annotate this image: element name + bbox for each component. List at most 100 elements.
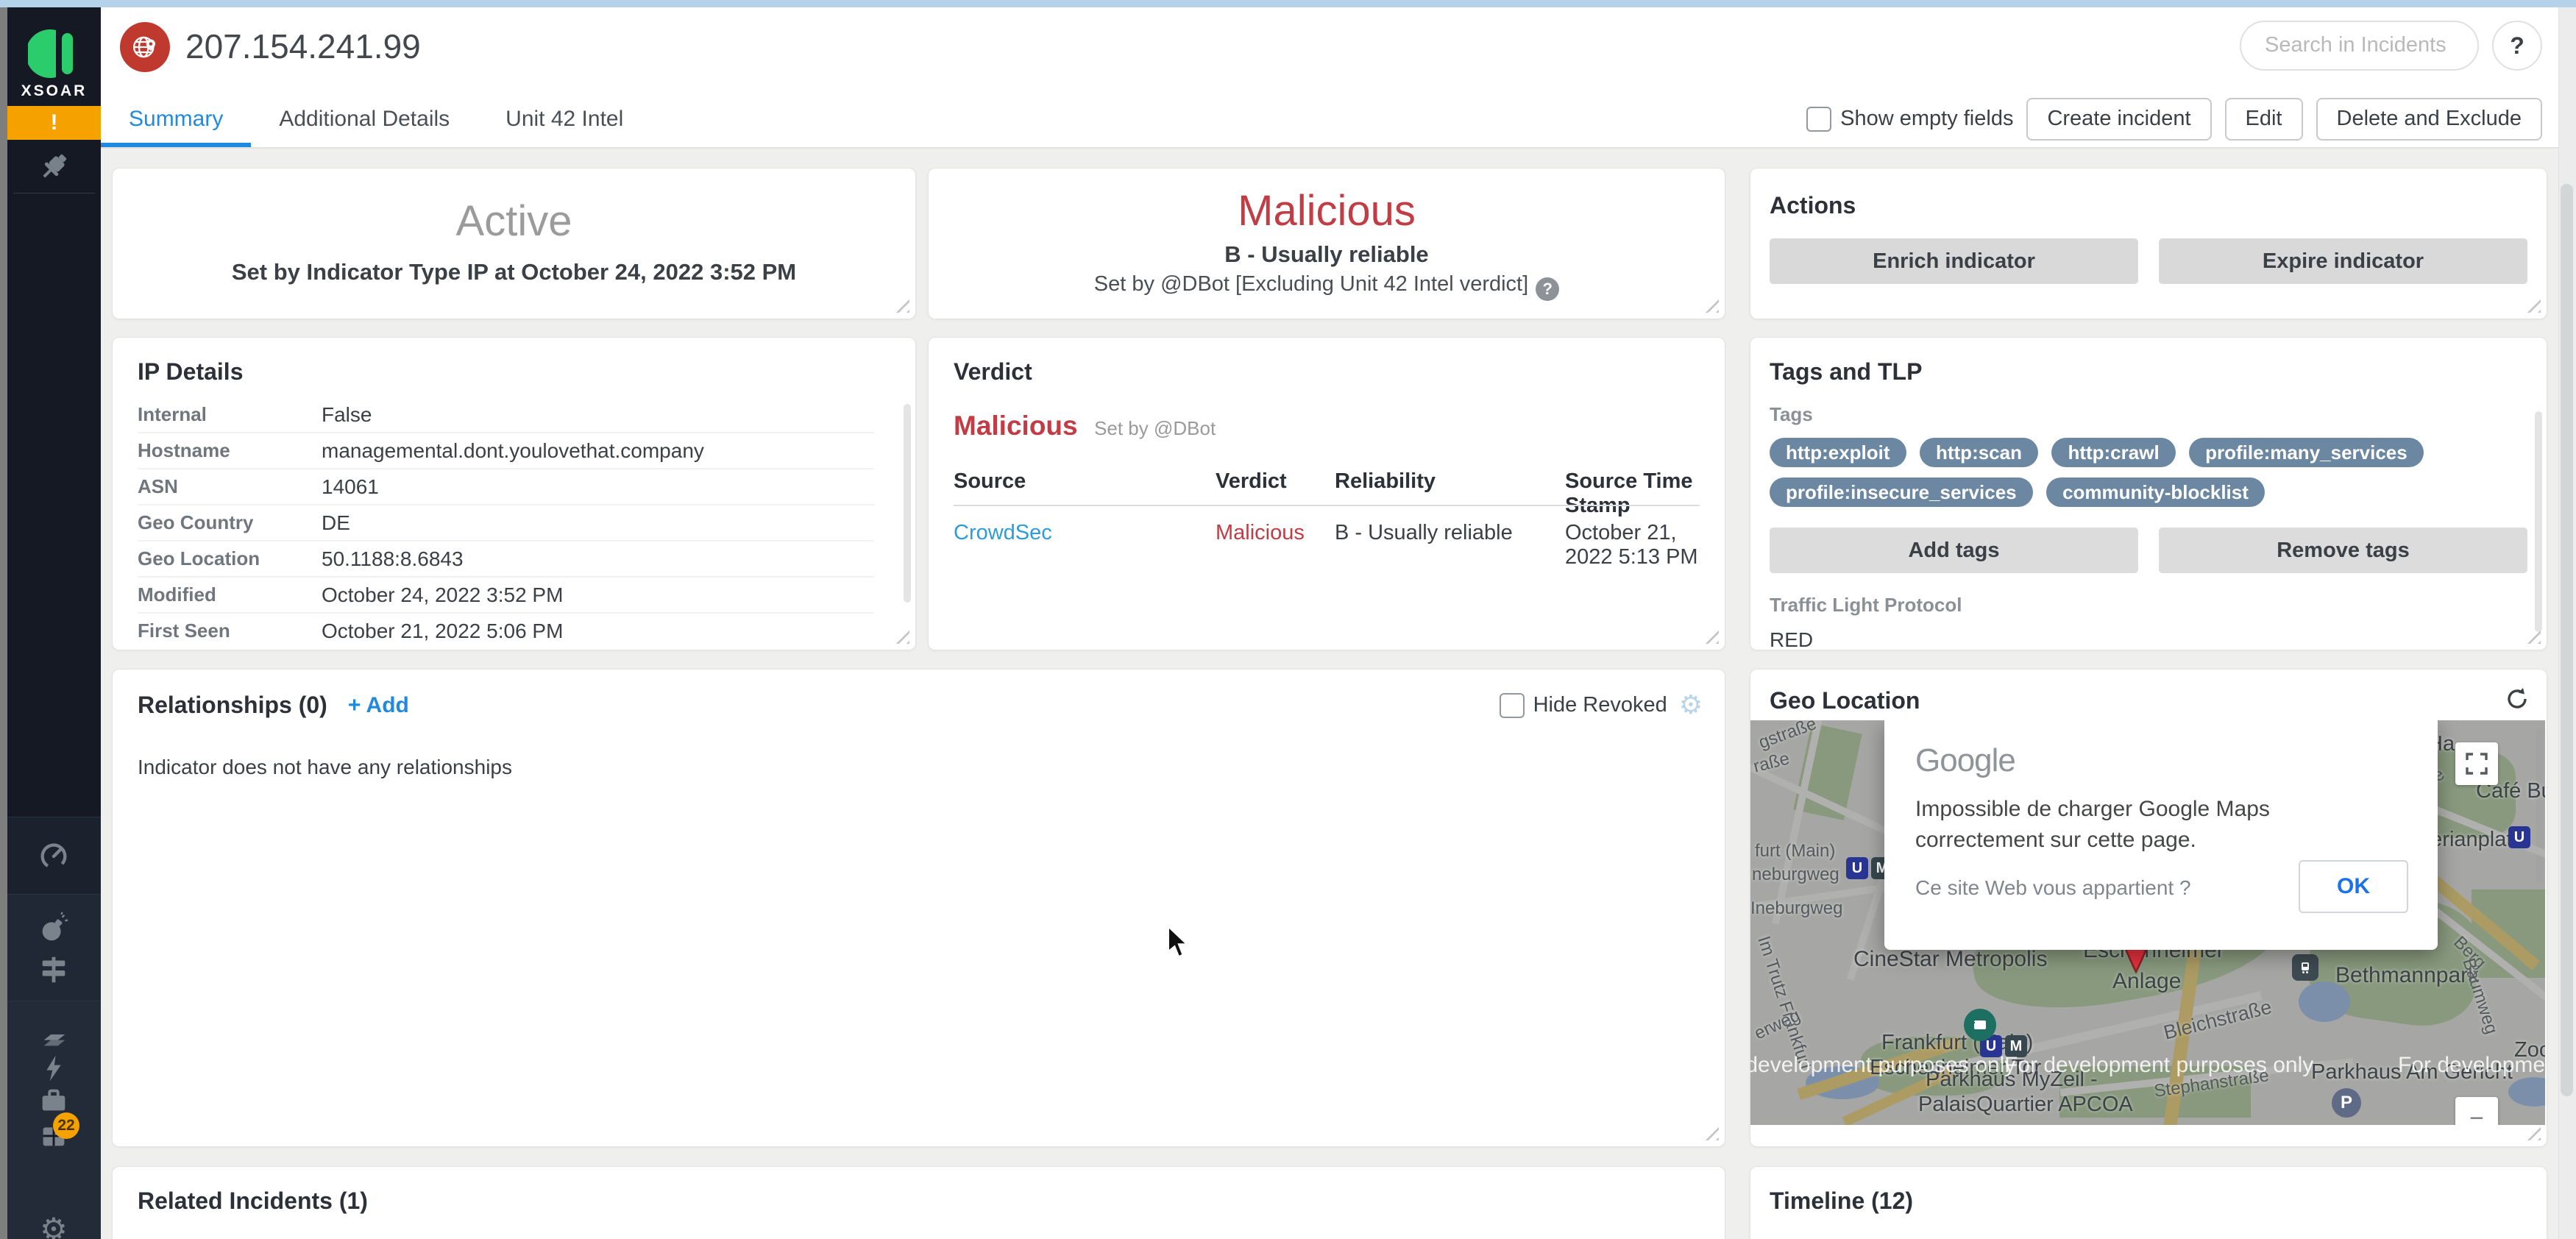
- field-row: Hostnamemanagemental.dont.youlovethat.co…: [138, 433, 874, 469]
- show-empty-fields-checkbox[interactable]: [1806, 107, 1831, 132]
- google-map[interactable]: CineStar Metropolis Eschenheimer Anlage …: [1750, 720, 2545, 1125]
- verdict-title: Verdict: [954, 358, 1725, 386]
- edit-button[interactable]: Edit: [2225, 98, 2303, 141]
- card-scrollbar[interactable]: [2535, 411, 2542, 632]
- verdict-banner-reliability: B - Usually reliable: [929, 241, 1725, 268]
- field-row: Geo CountryDE: [138, 505, 874, 542]
- pin-icon[interactable]: [37, 149, 72, 184]
- help-button[interactable]: ?: [2492, 21, 2542, 71]
- resize-handle[interactable]: [893, 628, 909, 644]
- dashboard-gauge-icon[interactable]: [36, 837, 71, 873]
- create-incident-button[interactable]: Create incident: [2026, 98, 2211, 141]
- google-maps-error-dialog: Google Impossible de charger Google Maps…: [1884, 720, 2438, 950]
- resize-handle[interactable]: [1703, 628, 1719, 644]
- verdict-banner-set-by: Set by @DBot [Excluding Unit 42 Intel ve…: [929, 272, 1725, 301]
- map-label: neburgweg: [1752, 865, 1839, 885]
- marketplace-count-badge: 22: [53, 1112, 79, 1139]
- xsoar-logo-icon[interactable]: [28, 28, 79, 79]
- remove-tags-button[interactable]: Remove tags: [2159, 528, 2527, 573]
- relationships-settings-gear-icon[interactable]: ⚙: [1679, 690, 1703, 720]
- help-tooltip-icon[interactable]: ?: [1536, 277, 1559, 301]
- map-fullscreen-button[interactable]: [2455, 742, 2498, 785]
- verdict-card: Verdict Malicious Set by @DBot Source Ve…: [928, 337, 1725, 650]
- resize-handle[interactable]: [2524, 297, 2541, 313]
- col-reliability: Reliability: [1335, 469, 1436, 494]
- field-row: ASN14061: [138, 469, 874, 505]
- tlp-label: Traffic Light Protocol: [1770, 594, 2547, 617]
- tag-pill[interactable]: profile:many_services: [2189, 438, 2424, 467]
- xsoar-indicator-page: XSOAR !: [0, 0, 2576, 1239]
- tags-tlp-card: Tags and TLP Tags http:exploit http:scan…: [1750, 337, 2547, 650]
- hide-revoked-checkbox[interactable]: [1500, 693, 1525, 718]
- timeline-title: Timeline (12): [1770, 1187, 2547, 1215]
- cinema-poi-icon: [1964, 1009, 1996, 1041]
- add-tags-button[interactable]: Add tags: [1770, 528, 2138, 573]
- field-row: Geo Location50.1188:8.6843: [138, 542, 874, 578]
- tab-unit42-intel[interactable]: Unit 42 Intel: [478, 90, 651, 147]
- related-incidents-card: Related Incidents (1): [112, 1166, 1725, 1239]
- col-timestamp: Source Time Stamp: [1565, 469, 1725, 518]
- col-verdict: Verdict: [1216, 469, 1287, 494]
- resize-handle[interactable]: [893, 297, 909, 313]
- row-reliability: B - Usually reliable: [1335, 521, 1513, 545]
- playbook-book-icon[interactable]: [36, 1017, 71, 1052]
- ip-indicator-icon: [120, 22, 170, 72]
- status-set-by: Set by Indicator Type IP at October 24, …: [113, 259, 915, 285]
- field-row: ModifiedOctober 24, 2022 3:52 PM: [138, 578, 874, 614]
- map-zoom-out-button[interactable]: −: [2455, 1097, 2498, 1125]
- delete-and-exclude-button[interactable]: Delete and Exclude: [2316, 98, 2543, 141]
- map-watermark: For development purposes only: [2398, 1053, 2545, 1078]
- hide-revoked-label: Hide Revoked: [1533, 693, 1667, 717]
- map-watermark: For development purposes only: [1750, 1053, 2015, 1078]
- page-scrollbar-thumb[interactable]: [2561, 184, 2573, 1096]
- show-empty-fields-label: Show empty fields: [1840, 107, 2013, 131]
- related-incidents-title: Related Incidents (1): [138, 1187, 1725, 1215]
- tab-bar: Summary Additional Details Unit 42 Intel…: [101, 90, 2558, 149]
- page-title: 207.154.241.99: [185, 26, 421, 66]
- map-label: Ineburgweg: [1750, 898, 1842, 919]
- tlp-value: RED: [1770, 628, 2547, 652]
- tag-pill[interactable]: http:scan: [1920, 438, 2038, 467]
- tag-pill[interactable]: community-blocklist: [2046, 478, 2265, 507]
- settings-gear-icon[interactable]: ⚙: [36, 1211, 71, 1239]
- page-header: 207.154.241.99 ?: [101, 7, 2558, 91]
- google-logo: Google: [1915, 742, 2015, 779]
- dialog-ok-button[interactable]: OK: [2299, 860, 2408, 913]
- search-input[interactable]: [2263, 32, 2465, 58]
- actions-title: Actions: [1770, 192, 2547, 219]
- geo-location-title: Geo Location: [1770, 687, 2547, 714]
- show-empty-fields-toggle[interactable]: Show empty fields: [1806, 107, 2013, 132]
- verdict-banner-card: Malicious B - Usually reliable Set by @D…: [928, 168, 1725, 319]
- signpost-icon[interactable]: [36, 952, 71, 987]
- resize-handle[interactable]: [2524, 1124, 2541, 1140]
- card-scrollbar[interactable]: [904, 404, 911, 603]
- relationships-card: Relationships (0) + Add Hide Revoked ⚙ I…: [112, 669, 1725, 1147]
- dialog-question: Ce site Web vous appartient ?: [1915, 876, 2191, 900]
- automation-lightning-icon[interactable]: [36, 1051, 71, 1086]
- map-label: CineStar Metropolis: [1853, 947, 2047, 972]
- add-relationship-link[interactable]: + Add: [348, 693, 409, 718]
- ubahn-badge: U: [2508, 826, 2530, 848]
- tab-summary[interactable]: Summary: [101, 90, 251, 147]
- dialog-message: Impossible de charger Google Maps correc…: [1915, 794, 2342, 856]
- tag-pill[interactable]: http:crawl: [2051, 438, 2175, 467]
- sidebar-item-incidents-active[interactable]: !: [7, 106, 101, 140]
- ip-details-card: IP Details InternalFalse Hostnamemanagem…: [112, 337, 916, 650]
- tab-additional-details[interactable]: Additional Details: [251, 90, 478, 147]
- refresh-icon[interactable]: [2504, 686, 2530, 712]
- field-row: InternalFalse: [138, 397, 874, 433]
- resize-handle[interactable]: [1703, 1124, 1719, 1140]
- enrich-indicator-button[interactable]: Enrich indicator: [1770, 238, 2138, 284]
- tag-pill[interactable]: http:exploit: [1770, 438, 1906, 467]
- sidebar-divider: [13, 193, 95, 194]
- mouse-cursor: [1166, 926, 1191, 961]
- bomb-icon[interactable]: [36, 911, 71, 946]
- search-in-incidents[interactable]: [2240, 21, 2479, 71]
- row-verdict: Malicious: [1216, 521, 1305, 545]
- expire-indicator-button[interactable]: Expire indicator: [2159, 238, 2527, 284]
- map-watermark: For development purposes only: [2004, 1053, 2313, 1078]
- source-link[interactable]: CrowdSec: [954, 521, 1052, 545]
- col-source: Source: [954, 469, 1026, 494]
- status-card: Active Set by Indicator Type IP at Octob…: [112, 168, 916, 319]
- tag-pill[interactable]: profile:insecure_services: [1770, 478, 2033, 507]
